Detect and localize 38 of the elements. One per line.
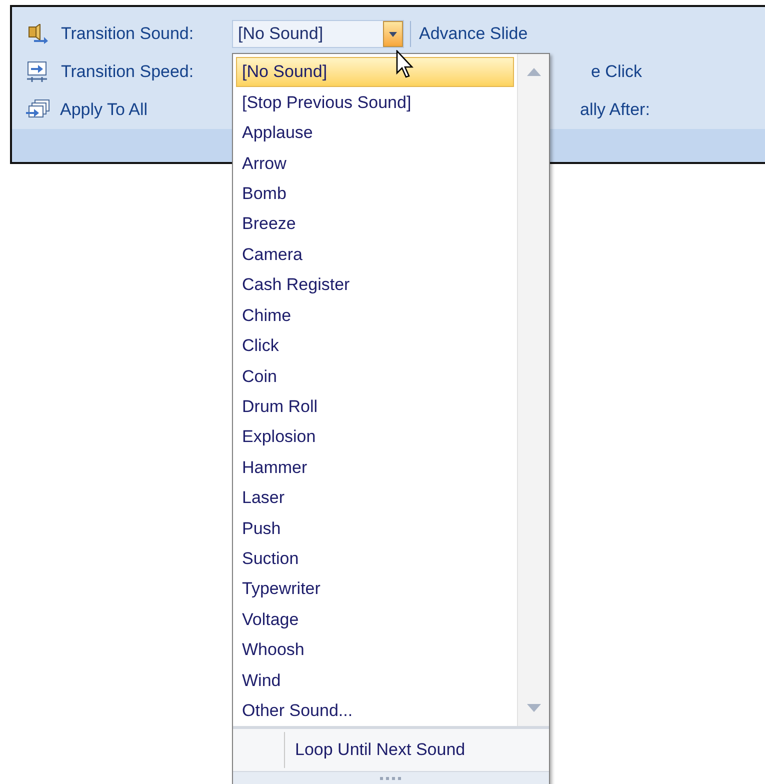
sound-option[interactable]: Wind	[236, 665, 514, 696]
apply-to-all-button[interactable]: Apply To All	[60, 97, 148, 123]
sound-option[interactable]: Suction	[236, 544, 514, 574]
slide-icon	[26, 61, 48, 83]
sound-option[interactable]: [No Sound]	[236, 57, 514, 88]
sound-option[interactable]: Coin	[236, 361, 514, 392]
transition-speed-label: Transition Speed:	[61, 61, 194, 84]
sound-option[interactable]: Drum Roll	[236, 391, 514, 422]
sound-option[interactable]: Bomb	[236, 178, 514, 210]
grip-dots-icon	[380, 777, 402, 780]
sound-option[interactable]: Whoosh	[236, 634, 514, 666]
sound-option[interactable]: Arrow	[236, 148, 514, 179]
sound-option[interactable]: Click	[236, 330, 514, 362]
transition-sound-label: Transition Sound:	[61, 23, 194, 46]
advance-slide-label: Advance Slide	[419, 23, 528, 46]
sound-option[interactable]: Chime	[236, 300, 514, 331]
sound-option[interactable]: [Stop Previous Sound]	[236, 87, 514, 118]
scroll-down-icon[interactable]	[526, 704, 540, 712]
sound-option[interactable]: Typewriter	[236, 574, 514, 604]
sound-option[interactable]: Applause	[236, 118, 514, 148]
dropdown-button[interactable]	[383, 21, 403, 47]
sound-option[interactable]: Cash Register	[236, 270, 514, 300]
sound-option[interactable]: Laser	[236, 482, 514, 514]
speaker-icon	[26, 24, 48, 44]
sound-option[interactable]: Voltage	[236, 604, 514, 635]
resize-grip[interactable]	[233, 771, 549, 784]
sound-combo-box[interactable]: [No Sound]	[232, 20, 404, 48]
advance-option-label: ally After:	[580, 99, 650, 122]
scroll-bar[interactable]	[517, 54, 549, 726]
sound-option[interactable]: Explosion	[236, 422, 514, 452]
scroll-up-icon[interactable]	[526, 68, 540, 76]
sound-option[interactable]: Breeze	[236, 209, 514, 240]
advance-option-label: e Click	[591, 61, 642, 84]
sound-option[interactable]: Hammer	[236, 452, 514, 483]
caret-icon	[389, 32, 397, 36]
sound-option[interactable]: Camera	[236, 239, 514, 270]
sound-option[interactable]: Push	[236, 513, 514, 544]
sound-option[interactable]: Other Sound...	[236, 696, 514, 726]
